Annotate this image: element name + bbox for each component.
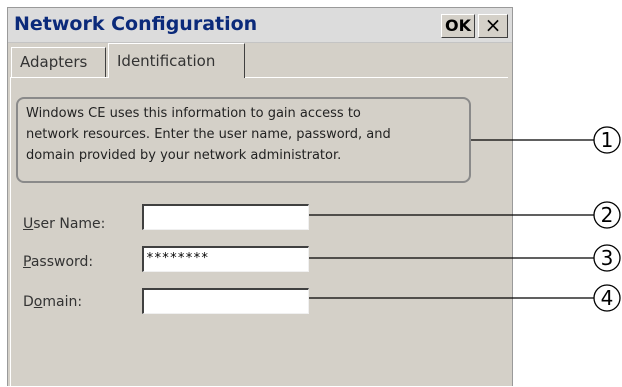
tab-identification[interactable]: Identification: [108, 43, 245, 78]
callout-4: 4: [600, 286, 614, 310]
callout-3: 3: [600, 246, 614, 270]
callout-2: 2: [600, 203, 614, 227]
callout-1: 1: [600, 128, 614, 152]
callout-lines: [309, 126, 621, 312]
